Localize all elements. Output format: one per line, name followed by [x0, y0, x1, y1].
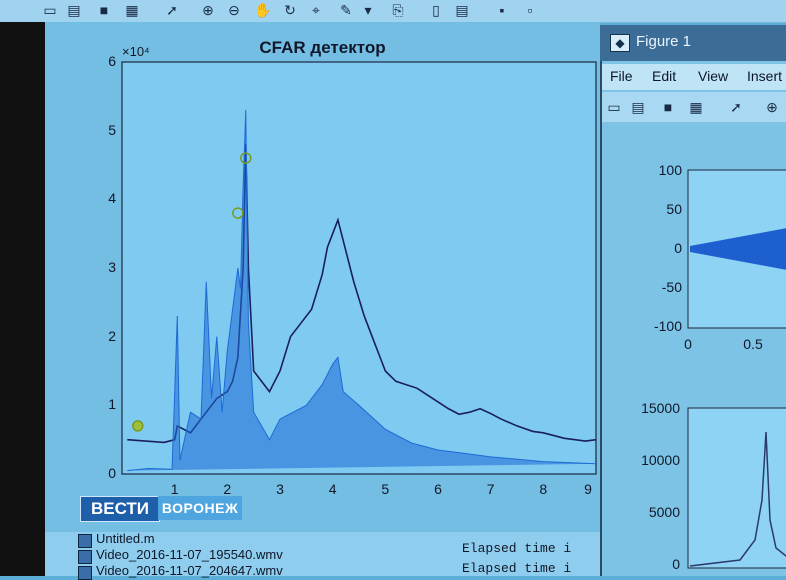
subplot-2-axes	[687, 407, 786, 569]
subplot2-y-tick: 0	[672, 556, 680, 572]
subplot1-y-tick: -100	[653, 318, 682, 334]
subplot1-y-tick: -50	[661, 279, 682, 295]
subplot2-y-tick: 5000	[648, 504, 680, 520]
subplot1-x-tick: 0	[684, 336, 692, 352]
subplot2-y-tick: 15000	[641, 400, 680, 416]
subplot1-x-tick: 0.5	[743, 336, 763, 352]
subplot1-y-tick: 50	[666, 201, 682, 217]
subplot1-y-tick: 0	[674, 240, 682, 256]
subplot2-y-tick: 10000	[641, 452, 680, 468]
subplot1-y-tick: 100	[658, 162, 682, 178]
